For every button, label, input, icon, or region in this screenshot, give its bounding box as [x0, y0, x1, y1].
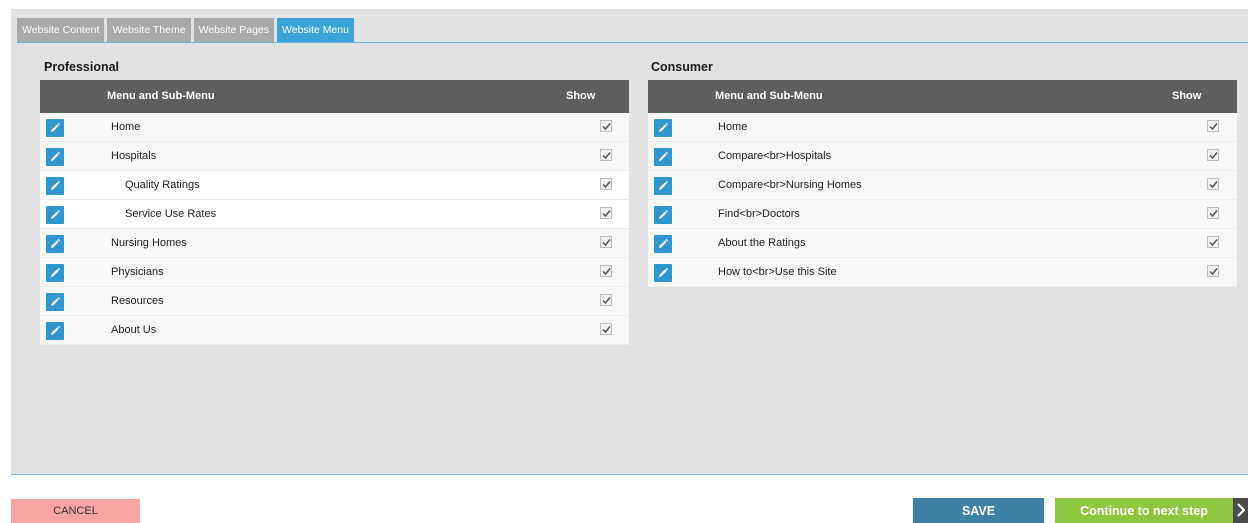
check-icon — [602, 297, 611, 305]
cancel-button[interactable]: CANCEL — [11, 499, 140, 523]
tab-website-theme[interactable]: Website Theme — [107, 18, 191, 42]
show-checkbox[interactable] — [600, 265, 612, 277]
check-icon — [1209, 181, 1218, 189]
show-checkbox[interactable] — [1207, 265, 1219, 277]
menu-item-label: Nursing Homes — [111, 237, 187, 249]
professional-rows: Home Hospitals Quality Ratings Service Use … — [40, 113, 629, 345]
submenu-row: Quality Ratings — [40, 171, 629, 200]
menu-item-label: Find<br>Doctors — [718, 208, 800, 220]
pencil-icon[interactable] — [46, 235, 64, 253]
check-icon — [1209, 268, 1218, 276]
show-checkbox[interactable] — [600, 120, 612, 132]
menu-item-label: About Us — [111, 324, 157, 336]
check-icon — [602, 123, 611, 131]
check-icon — [1209, 152, 1218, 160]
menu-item-label: How to<br>Use this Site — [718, 266, 837, 278]
pencil-icon[interactable] — [46, 119, 64, 137]
pencil-icon[interactable] — [654, 264, 672, 282]
menu-item-label: Service Use Rates — [125, 208, 217, 220]
pencil-icon[interactable] — [654, 206, 672, 224]
menu-row: Physicians — [40, 258, 629, 287]
menu-row: Home — [648, 113, 1237, 142]
grid-header: Menu and Sub-Menu Show — [648, 80, 1237, 113]
menu-row: Hospitals — [40, 142, 629, 171]
show-checkbox[interactable] — [1207, 120, 1219, 132]
check-icon — [602, 152, 611, 160]
pencil-icon[interactable] — [654, 148, 672, 166]
menu-row: About the Ratings — [648, 229, 1237, 258]
check-icon — [602, 181, 611, 189]
column-header-menu: Menu and Sub-Menu — [715, 90, 823, 102]
professional-title: Professional — [44, 60, 120, 74]
check-icon — [1209, 210, 1218, 218]
consumer-title: Consumer — [651, 60, 713, 74]
pencil-icon[interactable] — [654, 177, 672, 195]
menu-row: Compare<br>Nursing Homes — [648, 171, 1237, 200]
pencil-icon[interactable] — [46, 148, 64, 166]
menu-item-label: About the Ratings — [718, 237, 806, 249]
submenu-row: Service Use Rates — [40, 200, 629, 229]
consumer-rows: Home Compare<br>Hospitals Compare<br>Nursi… — [648, 113, 1237, 287]
menu-row: Resources — [40, 287, 629, 316]
pencil-icon[interactable] — [46, 293, 64, 311]
menu-item-label: Resources — [111, 295, 164, 307]
check-icon — [602, 268, 611, 276]
menu-item-label: Compare<br>Hospitals — [718, 150, 832, 162]
pencil-icon[interactable] — [46, 206, 64, 224]
check-icon — [1209, 239, 1218, 247]
show-checkbox[interactable] — [600, 323, 612, 335]
tab-website-pages[interactable]: Website Pages — [193, 18, 275, 42]
menu-item-label: Compare<br>Nursing Homes — [718, 179, 862, 191]
continue-button[interactable]: Continue to next step — [1055, 498, 1233, 523]
grid-header: Menu and Sub-Menu Show — [40, 80, 629, 113]
show-checkbox[interactable] — [600, 207, 612, 219]
tab-divider — [17, 42, 1248, 43]
show-checkbox[interactable] — [600, 294, 612, 306]
menu-row: Nursing Homes — [40, 229, 629, 258]
save-button[interactable]: SAVE — [913, 498, 1044, 523]
pencil-icon[interactable] — [46, 264, 64, 282]
menu-item-label: Home — [111, 121, 141, 133]
menu-row: How to<br>Use this Site — [648, 258, 1237, 287]
column-header-show: Show — [1172, 90, 1202, 102]
show-checkbox[interactable] — [600, 236, 612, 248]
menu-item-label: Quality Ratings — [125, 179, 200, 191]
column-header-show: Show — [566, 90, 596, 102]
consumer-menu-grid: Menu and Sub-Menu Show Home Compare<br>Ho… — [648, 80, 1237, 287]
menu-row: Find<br>Doctors — [648, 200, 1237, 229]
tab-bar: Website Content Website Theme Website Pa… — [17, 9, 357, 42]
menu-item-label: Physicians — [111, 266, 164, 278]
check-icon — [1209, 123, 1218, 131]
show-checkbox[interactable] — [600, 178, 612, 190]
show-checkbox[interactable] — [600, 149, 612, 161]
menu-item-label: Home — [718, 121, 748, 133]
pencil-icon[interactable] — [46, 177, 64, 195]
show-checkbox[interactable] — [1207, 178, 1219, 190]
menu-row: Compare<br>Hospitals — [648, 142, 1237, 171]
menu-row: About Us — [40, 316, 629, 345]
show-checkbox[interactable] — [1207, 149, 1219, 161]
show-checkbox[interactable] — [1207, 236, 1219, 248]
tab-website-menu[interactable]: Website Menu — [277, 18, 354, 42]
menu-row: Home — [40, 113, 629, 142]
check-icon — [602, 326, 611, 334]
check-icon — [602, 239, 611, 247]
pencil-icon[interactable] — [654, 119, 672, 137]
professional-menu-grid: Menu and Sub-Menu Show Home Hospitals Qual… — [40, 80, 629, 345]
pencil-icon[interactable] — [654, 235, 672, 253]
tab-website-content[interactable]: Website Content — [17, 18, 105, 42]
show-checkbox[interactable] — [1207, 207, 1219, 219]
column-header-menu: Menu and Sub-Menu — [107, 90, 215, 102]
chevron-right-icon[interactable] — [1233, 498, 1248, 523]
pencil-icon[interactable] — [46, 322, 64, 340]
menu-item-label: Hospitals — [111, 150, 157, 162]
check-icon — [602, 210, 611, 218]
